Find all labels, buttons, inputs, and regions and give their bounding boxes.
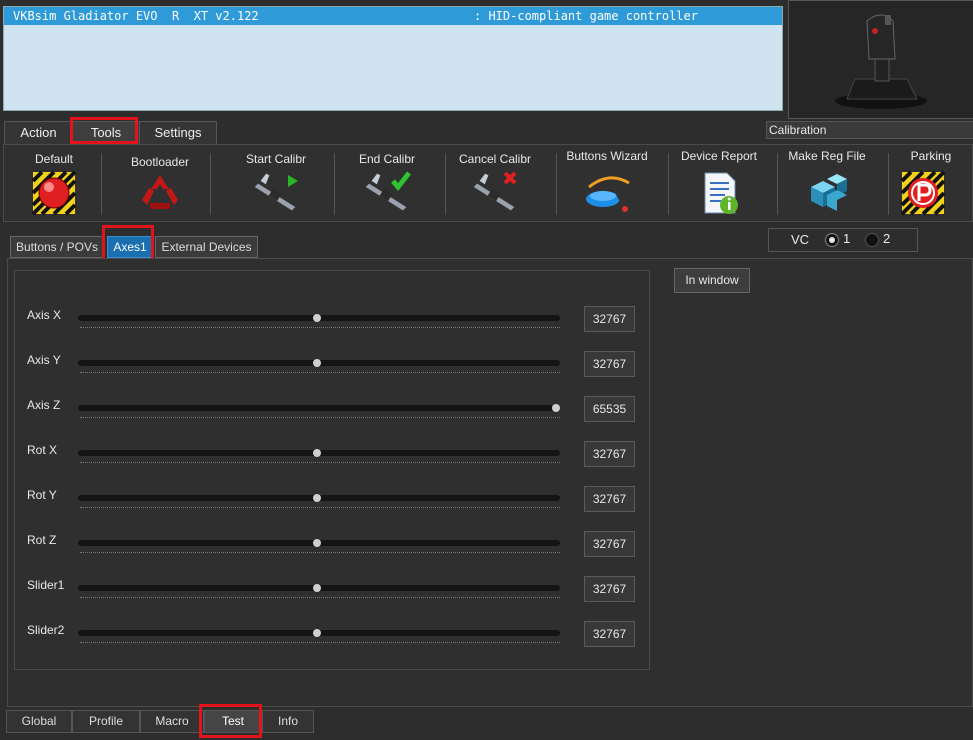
axis-value: 32767 bbox=[584, 441, 635, 467]
buttons-wizard-label: Buttons Wizard bbox=[566, 149, 648, 163]
axis-label: Axis Z bbox=[27, 398, 61, 412]
toolbar: Default Bootloader Start Calibr End Cali… bbox=[3, 144, 973, 372]
axis-tick-marks bbox=[80, 461, 560, 463]
axis-tick-marks bbox=[80, 596, 560, 598]
tab-macro[interactable]: Macro bbox=[140, 710, 204, 733]
tab-axes1[interactable]: Axes1 bbox=[107, 236, 153, 258]
end-calibr-button[interactable]: End Calibr bbox=[337, 145, 437, 221]
vc-label: VC bbox=[791, 232, 810, 247]
default-button[interactable]: Default bbox=[4, 145, 104, 221]
axis-slider-thumb[interactable] bbox=[313, 584, 321, 592]
buttons-wizard-button[interactable]: Buttons Wizard bbox=[557, 145, 657, 221]
joystick-icon bbox=[835, 14, 927, 109]
axis-label: Rot Z bbox=[27, 533, 57, 547]
vc-option-1-label: 1 bbox=[843, 231, 851, 246]
axis-slider-thumb[interactable] bbox=[313, 629, 321, 637]
tab-test[interactable]: Test bbox=[204, 710, 262, 733]
vc-option-2-label: 2 bbox=[883, 231, 891, 246]
start-calibr-button[interactable]: Start Calibr bbox=[226, 145, 326, 221]
device-list[interactable]: VKBsim Gladiator EVO R XT v2.122 : HID-c… bbox=[3, 6, 783, 111]
axis-value: 32767 bbox=[584, 486, 635, 512]
axis-slider-thumb[interactable] bbox=[313, 494, 321, 502]
axis-tick-marks bbox=[80, 641, 560, 643]
tab-external-devices[interactable]: External Devices bbox=[155, 236, 258, 258]
tab-info[interactable]: Info bbox=[262, 710, 314, 733]
caliper-cancel-icon bbox=[472, 171, 517, 212]
default-icon bbox=[31, 170, 77, 216]
device-report-label: Device Report bbox=[680, 149, 758, 163]
cancel-calibr-button[interactable]: Cancel Calibr bbox=[445, 145, 545, 221]
axis-value: 32767 bbox=[584, 531, 635, 557]
in-window-button[interactable]: In window bbox=[674, 268, 750, 293]
axes-panel bbox=[14, 270, 650, 670]
axis-label: Axis Y bbox=[27, 353, 61, 367]
recycle-icon bbox=[142, 175, 178, 209]
parking-label: Parking bbox=[910, 149, 952, 163]
axis-tick-marks bbox=[80, 371, 560, 373]
registry-cubes-icon bbox=[811, 174, 847, 211]
axis-slider-thumb[interactable] bbox=[552, 404, 560, 412]
vc-radio-2[interactable] bbox=[865, 233, 879, 247]
axis-value: 32767 bbox=[584, 306, 635, 332]
tab-buttons-povs[interactable]: Buttons / POVs bbox=[10, 236, 104, 258]
tab-tools[interactable]: Tools bbox=[72, 121, 140, 144]
vc-radio-1[interactable] bbox=[825, 233, 839, 247]
axis-slider-track[interactable] bbox=[78, 405, 560, 411]
end-calibr-label: End Calibr bbox=[358, 152, 416, 166]
toolbar-separator bbox=[334, 153, 335, 215]
device-type: : HID-compliant game controller bbox=[474, 9, 698, 23]
axis-slider-thumb[interactable] bbox=[313, 449, 321, 457]
axis-slider-thumb[interactable] bbox=[313, 539, 321, 547]
caliper-play-icon bbox=[253, 172, 298, 212]
wizard-wand-icon bbox=[586, 176, 630, 212]
axis-slider-thumb[interactable] bbox=[313, 314, 321, 322]
make-reg-file-label: Make Reg File bbox=[788, 149, 866, 163]
tab-settings[interactable]: Settings bbox=[139, 121, 217, 144]
start-calibr-label: Start Calibr bbox=[245, 152, 307, 166]
device-name: VKBsim Gladiator EVO R XT v2.122 bbox=[13, 9, 259, 23]
parking-button[interactable]: Parking bbox=[889, 145, 973, 221]
device-report-button[interactable]: Device Report bbox=[669, 145, 769, 221]
axis-label: Slider2 bbox=[27, 623, 65, 637]
axis-label: Axis X bbox=[27, 308, 62, 322]
axis-tick-marks bbox=[80, 551, 560, 553]
vc-selector: VC 1 2 bbox=[768, 228, 918, 252]
cancel-calibr-label: Cancel Calibr bbox=[458, 152, 532, 166]
report-info-icon bbox=[704, 172, 738, 214]
caliper-check-icon bbox=[364, 171, 411, 212]
tab-action[interactable]: Action bbox=[4, 121, 73, 144]
bootloader-button[interactable]: Bootloader bbox=[110, 145, 210, 221]
axis-tick-marks bbox=[80, 416, 560, 418]
make-reg-file-button[interactable]: Make Reg File bbox=[777, 145, 877, 221]
axis-label: Rot X bbox=[27, 443, 58, 457]
tab-global[interactable]: Global bbox=[6, 710, 72, 733]
axis-value: 32767 bbox=[584, 351, 635, 377]
axis-value: 32767 bbox=[584, 576, 635, 602]
axis-tick-marks bbox=[80, 326, 560, 328]
device-row-selected[interactable]: VKBsim Gladiator EVO R XT v2.122 : HID-c… bbox=[4, 7, 782, 25]
axis-slider-thumb[interactable] bbox=[313, 359, 321, 367]
calibration-label: Calibration bbox=[766, 121, 973, 139]
bootloader-label: Bootloader bbox=[130, 155, 190, 169]
tab-profile[interactable]: Profile bbox=[72, 710, 140, 733]
parking-icon bbox=[900, 170, 946, 216]
axis-label: Rot Y bbox=[27, 488, 57, 502]
axis-value: 65535 bbox=[584, 396, 635, 422]
device-image bbox=[788, 0, 973, 119]
axis-label: Slider1 bbox=[27, 578, 65, 592]
default-label: Default bbox=[34, 152, 74, 166]
axis-value: 32767 bbox=[584, 621, 635, 647]
toolbar-separator bbox=[210, 153, 211, 215]
toolbar-separator bbox=[101, 153, 102, 215]
axis-tick-marks bbox=[80, 506, 560, 508]
